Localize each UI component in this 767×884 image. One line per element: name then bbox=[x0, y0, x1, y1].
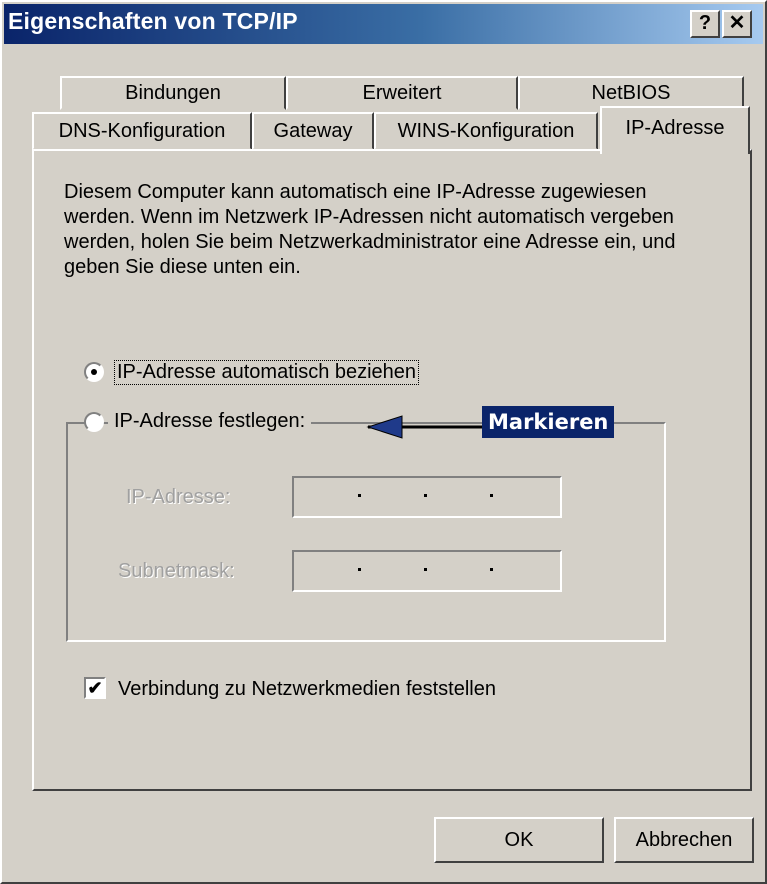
tab-netbios[interactable]: NetBIOS bbox=[518, 76, 744, 110]
ip-group-box bbox=[66, 422, 666, 642]
help-button[interactable]: ? bbox=[690, 10, 720, 38]
tab-erweitert[interactable]: Erweitert bbox=[286, 76, 518, 110]
octet-separator bbox=[490, 568, 493, 571]
checkmark-icon: ✔ bbox=[87, 678, 103, 698]
octet-separator bbox=[424, 568, 427, 571]
radio-auto[interactable] bbox=[84, 362, 104, 382]
octet-separator bbox=[490, 494, 493, 497]
subnet-label: Subnetmask: bbox=[118, 560, 235, 582]
media-sense-checkbox[interactable]: ✔ bbox=[84, 677, 106, 699]
cancel-button[interactable]: Abbrechen bbox=[614, 817, 754, 863]
tab-dns-konfiguration[interactable]: DNS-Konfiguration bbox=[32, 112, 252, 150]
window-title: Eigenschaften von TCP/IP bbox=[8, 8, 298, 34]
title-bar[interactable]: Eigenschaften von TCP/IP ? ✕ bbox=[4, 4, 763, 44]
subnet-input[interactable] bbox=[292, 550, 562, 592]
ip-address-input[interactable] bbox=[292, 476, 562, 518]
media-sense-label[interactable]: Verbindung zu Netzwerkmedien feststellen bbox=[118, 678, 496, 701]
radio-selected-dot bbox=[91, 369, 97, 375]
octet-separator bbox=[424, 494, 427, 497]
close-button[interactable]: ✕ bbox=[722, 10, 752, 38]
description-text: Diesem Computer kann automatisch eine IP… bbox=[64, 181, 676, 278]
dialog-window: Eigenschaften von TCP/IP ? ✕ Bindungen E… bbox=[0, 0, 767, 884]
tab-wins-konfiguration[interactable]: WINS-Konfiguration bbox=[374, 112, 598, 150]
ok-button[interactable]: OK bbox=[434, 817, 604, 863]
radio-auto-label[interactable]: IP-Adresse automatisch beziehen bbox=[114, 360, 420, 385]
radio-manual-label[interactable]: IP-Adresse festlegen: bbox=[108, 410, 312, 433]
tab-gateway[interactable]: Gateway bbox=[252, 112, 374, 150]
arrow-annotation-icon bbox=[366, 415, 484, 439]
ip-address-label: IP-Adresse: bbox=[126, 486, 231, 508]
close-icon: ✕ bbox=[728, 12, 746, 34]
octet-separator bbox=[358, 568, 361, 571]
radio-manual[interactable] bbox=[84, 412, 104, 432]
tab-ip-adresse[interactable]: IP-Adresse bbox=[600, 106, 750, 154]
octet-separator bbox=[358, 494, 361, 497]
annotation-label: Markieren bbox=[482, 406, 615, 438]
tab-bindungen[interactable]: Bindungen bbox=[60, 76, 286, 110]
